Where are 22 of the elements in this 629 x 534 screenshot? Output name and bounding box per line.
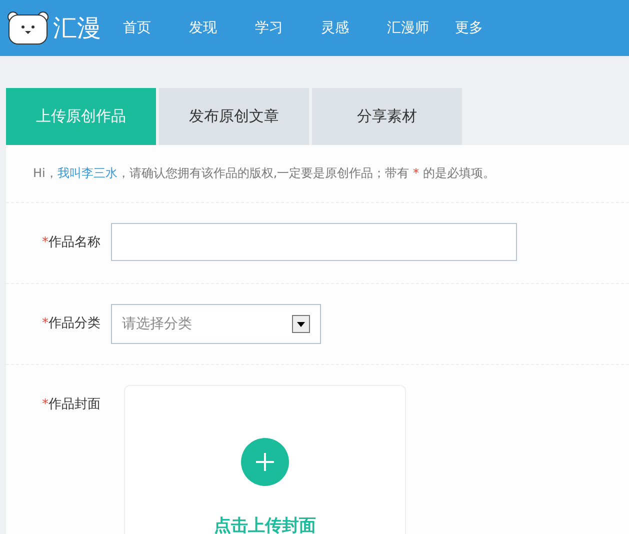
tab[interactable]: 上传原创作品: [6, 88, 156, 145]
nav-link[interactable]: 更多: [455, 19, 495, 37]
nav-link[interactable]: 汇漫师: [387, 19, 429, 37]
upload-link[interactable]: 点击上传封面: [214, 514, 316, 534]
plus-icon: [241, 438, 289, 486]
tab[interactable]: 分享素材: [312, 88, 462, 145]
nav-link[interactable]: 发现: [189, 19, 229, 37]
field-label: *作品分类: [42, 315, 102, 332]
field-label: *作品名称: [42, 234, 102, 251]
tab[interactable]: 发布原创文章: [159, 88, 309, 145]
bear-logo-icon: [6, 11, 50, 45]
nav-link[interactable]: 灵感: [321, 19, 361, 37]
intro-text: Hi，我叫李三水，请确认您拥有该作品的版权,一定要是原创作品；带有 * 的是必填项。: [6, 145, 629, 203]
name-field[interactable]: [111, 223, 517, 261]
nav-link[interactable]: 首页: [123, 19, 163, 37]
logo-text: 汇漫: [53, 13, 101, 44]
category-select[interactable]: 请选择分类: [111, 304, 321, 344]
user-link[interactable]: 我叫李三水: [57, 166, 118, 180]
nav-link[interactable]: 学习: [255, 19, 295, 37]
field-label: *作品封面: [42, 396, 102, 413]
upload-area[interactable]: 点击上传封面: [124, 385, 406, 534]
caret-icon: [292, 315, 310, 333]
